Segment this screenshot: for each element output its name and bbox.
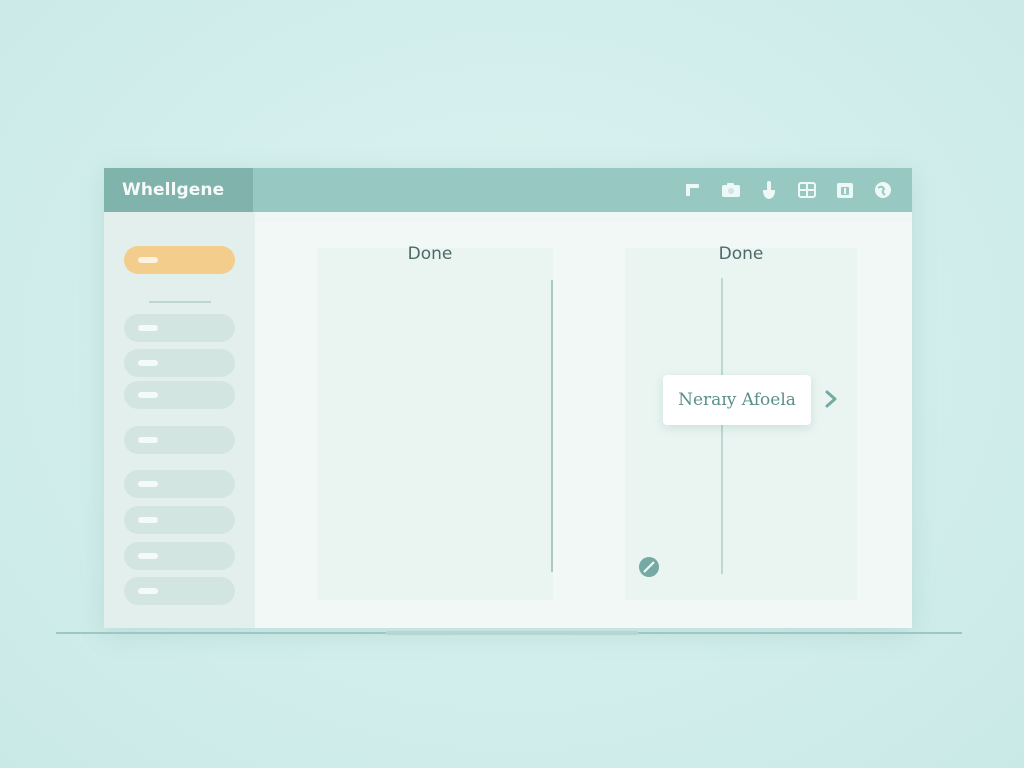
title-bar: Whellgene [104, 168, 912, 212]
column-heading-right: Done [718, 244, 764, 264]
sidebar-item-placeholder [138, 325, 158, 331]
sidebar-item-placeholder [138, 588, 158, 594]
sidebar-item-placeholder [138, 360, 158, 366]
pointer-hand-icon[interactable] [758, 179, 780, 201]
app-window: Whellgene Done Done Neraɪy Afoela [104, 168, 912, 628]
sidebar-item-placeholder [138, 553, 158, 559]
board-area: Done Done [255, 222, 912, 628]
calendar-icon[interactable] [834, 179, 856, 201]
column-divider-left [551, 280, 553, 572]
sidebar-item[interactable] [124, 381, 235, 409]
app-title: Whellgene [122, 180, 225, 200]
sidebar-divider [149, 301, 211, 303]
sidebar-item-placeholder [138, 257, 158, 263]
blocked-icon[interactable] [638, 556, 660, 578]
sidebar-item[interactable] [124, 470, 235, 498]
sidebar-item-placeholder [138, 437, 158, 443]
sidebar-item-placeholder [138, 481, 158, 487]
column-left [317, 248, 553, 600]
sidebar-item-placeholder [138, 392, 158, 398]
drag-card[interactable]: Neraɪy Afoela [663, 375, 811, 425]
sidebar-item-placeholder [138, 517, 158, 523]
chevron-right-icon[interactable] [822, 389, 840, 409]
grid-icon[interactable] [796, 179, 818, 201]
sidebar-item[interactable] [124, 577, 235, 605]
sidebar-item[interactable] [124, 314, 235, 342]
sidebar-item[interactable] [124, 426, 235, 454]
sidebar-item[interactable] [124, 349, 235, 377]
brand-area: Whellgene [104, 168, 253, 212]
globe-icon[interactable] [872, 179, 894, 201]
sidebar-item-active[interactable] [124, 246, 235, 274]
column-divider-right [721, 278, 723, 574]
drag-card-label: Neraɪy Afoela [678, 390, 796, 410]
flag-icon[interactable] [682, 179, 704, 201]
surface-highlight [386, 631, 638, 635]
toolbar [682, 168, 894, 212]
sidebar [104, 212, 255, 628]
camera-icon[interactable] [720, 179, 742, 201]
column-heading-left: Done [407, 244, 453, 264]
sidebar-item[interactable] [124, 542, 235, 570]
sidebar-item[interactable] [124, 506, 235, 534]
